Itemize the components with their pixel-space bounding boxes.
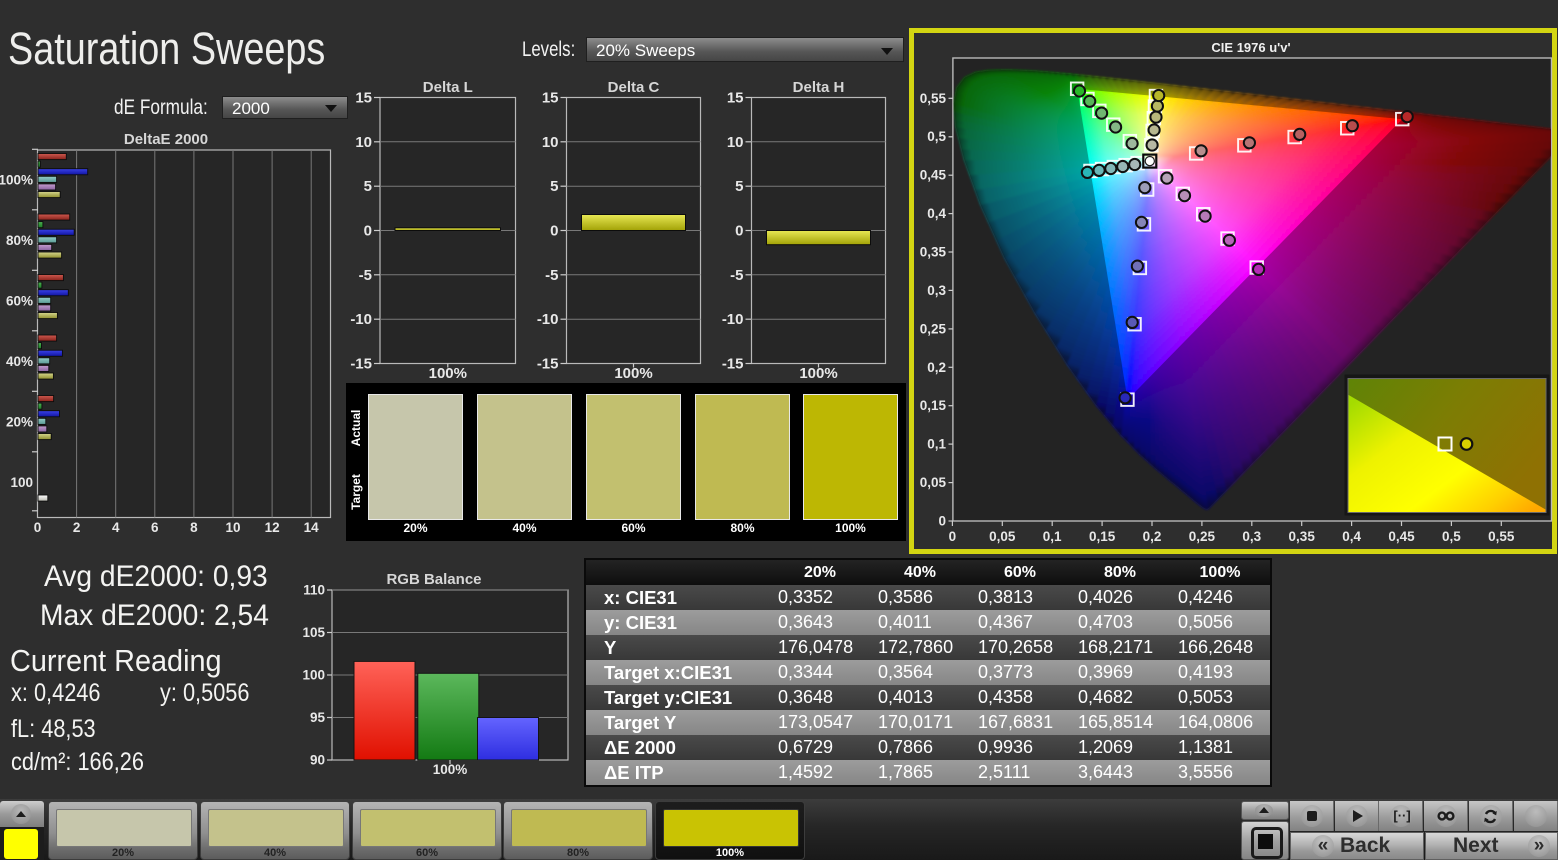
svg-text:100%: 100% bbox=[614, 365, 652, 382]
svg-text:-10: -10 bbox=[350, 311, 372, 328]
svg-text:RGB Balance: RGB Balance bbox=[386, 571, 481, 588]
svg-text:0,45: 0,45 bbox=[920, 168, 947, 183]
svg-text:5: 5 bbox=[550, 178, 558, 195]
svg-text:110: 110 bbox=[303, 583, 325, 598]
svg-text:6: 6 bbox=[151, 520, 159, 535]
svg-text:8: 8 bbox=[190, 520, 198, 535]
svg-text:0: 0 bbox=[938, 514, 946, 529]
svg-text:12: 12 bbox=[265, 520, 280, 535]
svg-text:20%: 20% bbox=[6, 415, 33, 430]
svg-text:10: 10 bbox=[727, 134, 744, 151]
svg-text:10: 10 bbox=[542, 134, 559, 151]
svg-text:90: 90 bbox=[310, 753, 325, 768]
svg-text:0,1: 0,1 bbox=[1043, 529, 1062, 544]
svg-text:15: 15 bbox=[542, 90, 559, 107]
svg-text:-15: -15 bbox=[537, 356, 559, 373]
svg-text:CIE 1976 u'v': CIE 1976 u'v' bbox=[1211, 40, 1290, 55]
svg-text:4: 4 bbox=[112, 520, 120, 535]
svg-text:100%: 100% bbox=[799, 365, 837, 382]
svg-text:0,35: 0,35 bbox=[920, 245, 947, 260]
svg-text:0,5: 0,5 bbox=[1442, 529, 1461, 544]
svg-text:0,15: 0,15 bbox=[1089, 529, 1116, 544]
svg-text:80%: 80% bbox=[6, 233, 33, 248]
svg-text:Delta L: Delta L bbox=[423, 79, 473, 96]
svg-text:14: 14 bbox=[304, 520, 320, 535]
svg-text:5: 5 bbox=[364, 178, 372, 195]
svg-text:40%: 40% bbox=[6, 354, 33, 369]
svg-text:Delta H: Delta H bbox=[793, 79, 845, 96]
svg-text:0,3: 0,3 bbox=[1242, 529, 1261, 544]
svg-text:0,35: 0,35 bbox=[1289, 529, 1316, 544]
svg-text:5: 5 bbox=[735, 178, 743, 195]
svg-text:0,4: 0,4 bbox=[927, 206, 946, 221]
svg-text:0,25: 0,25 bbox=[1189, 529, 1216, 544]
svg-text:0,55: 0,55 bbox=[920, 91, 947, 106]
svg-text:-15: -15 bbox=[350, 356, 372, 373]
svg-text:0,45: 0,45 bbox=[1388, 529, 1415, 544]
svg-text:0: 0 bbox=[949, 529, 957, 544]
svg-text:100: 100 bbox=[302, 668, 325, 683]
svg-text:-5: -5 bbox=[359, 267, 372, 284]
svg-text:0,55: 0,55 bbox=[1488, 529, 1515, 544]
svg-text:0: 0 bbox=[364, 223, 372, 240]
svg-text:95: 95 bbox=[310, 710, 326, 725]
svg-text:10: 10 bbox=[355, 134, 372, 151]
svg-text:-5: -5 bbox=[730, 267, 743, 284]
svg-text:15: 15 bbox=[727, 90, 744, 107]
svg-text:0,05: 0,05 bbox=[920, 475, 947, 490]
svg-text:0,3: 0,3 bbox=[927, 283, 946, 298]
svg-text:100: 100 bbox=[10, 475, 33, 490]
svg-text:10: 10 bbox=[225, 520, 240, 535]
svg-text:0,15: 0,15 bbox=[920, 398, 947, 413]
svg-text:-10: -10 bbox=[722, 311, 744, 328]
svg-text:0,25: 0,25 bbox=[920, 321, 947, 336]
svg-text:0,1: 0,1 bbox=[927, 437, 946, 452]
svg-text:-15: -15 bbox=[722, 356, 744, 373]
svg-text:0: 0 bbox=[34, 520, 42, 535]
svg-text:2: 2 bbox=[73, 520, 81, 535]
svg-text:0,4: 0,4 bbox=[1342, 529, 1361, 544]
svg-text:Delta C: Delta C bbox=[608, 79, 660, 96]
svg-text:0,05: 0,05 bbox=[989, 529, 1016, 544]
svg-text:0: 0 bbox=[735, 223, 743, 240]
svg-text:105: 105 bbox=[302, 625, 325, 640]
svg-text:0,5: 0,5 bbox=[927, 129, 946, 144]
svg-text:0,2: 0,2 bbox=[1143, 529, 1162, 544]
svg-text:-10: -10 bbox=[537, 311, 559, 328]
svg-text:-5: -5 bbox=[545, 267, 558, 284]
svg-text:0,2: 0,2 bbox=[927, 360, 946, 375]
svg-text:60%: 60% bbox=[6, 294, 33, 309]
svg-text:15: 15 bbox=[355, 90, 372, 107]
svg-text:DeltaE 2000: DeltaE 2000 bbox=[124, 131, 208, 148]
svg-text:100%: 100% bbox=[433, 762, 468, 777]
svg-text:100%: 100% bbox=[429, 365, 467, 382]
svg-text:0: 0 bbox=[550, 223, 558, 240]
svg-text:100%: 100% bbox=[0, 173, 33, 188]
